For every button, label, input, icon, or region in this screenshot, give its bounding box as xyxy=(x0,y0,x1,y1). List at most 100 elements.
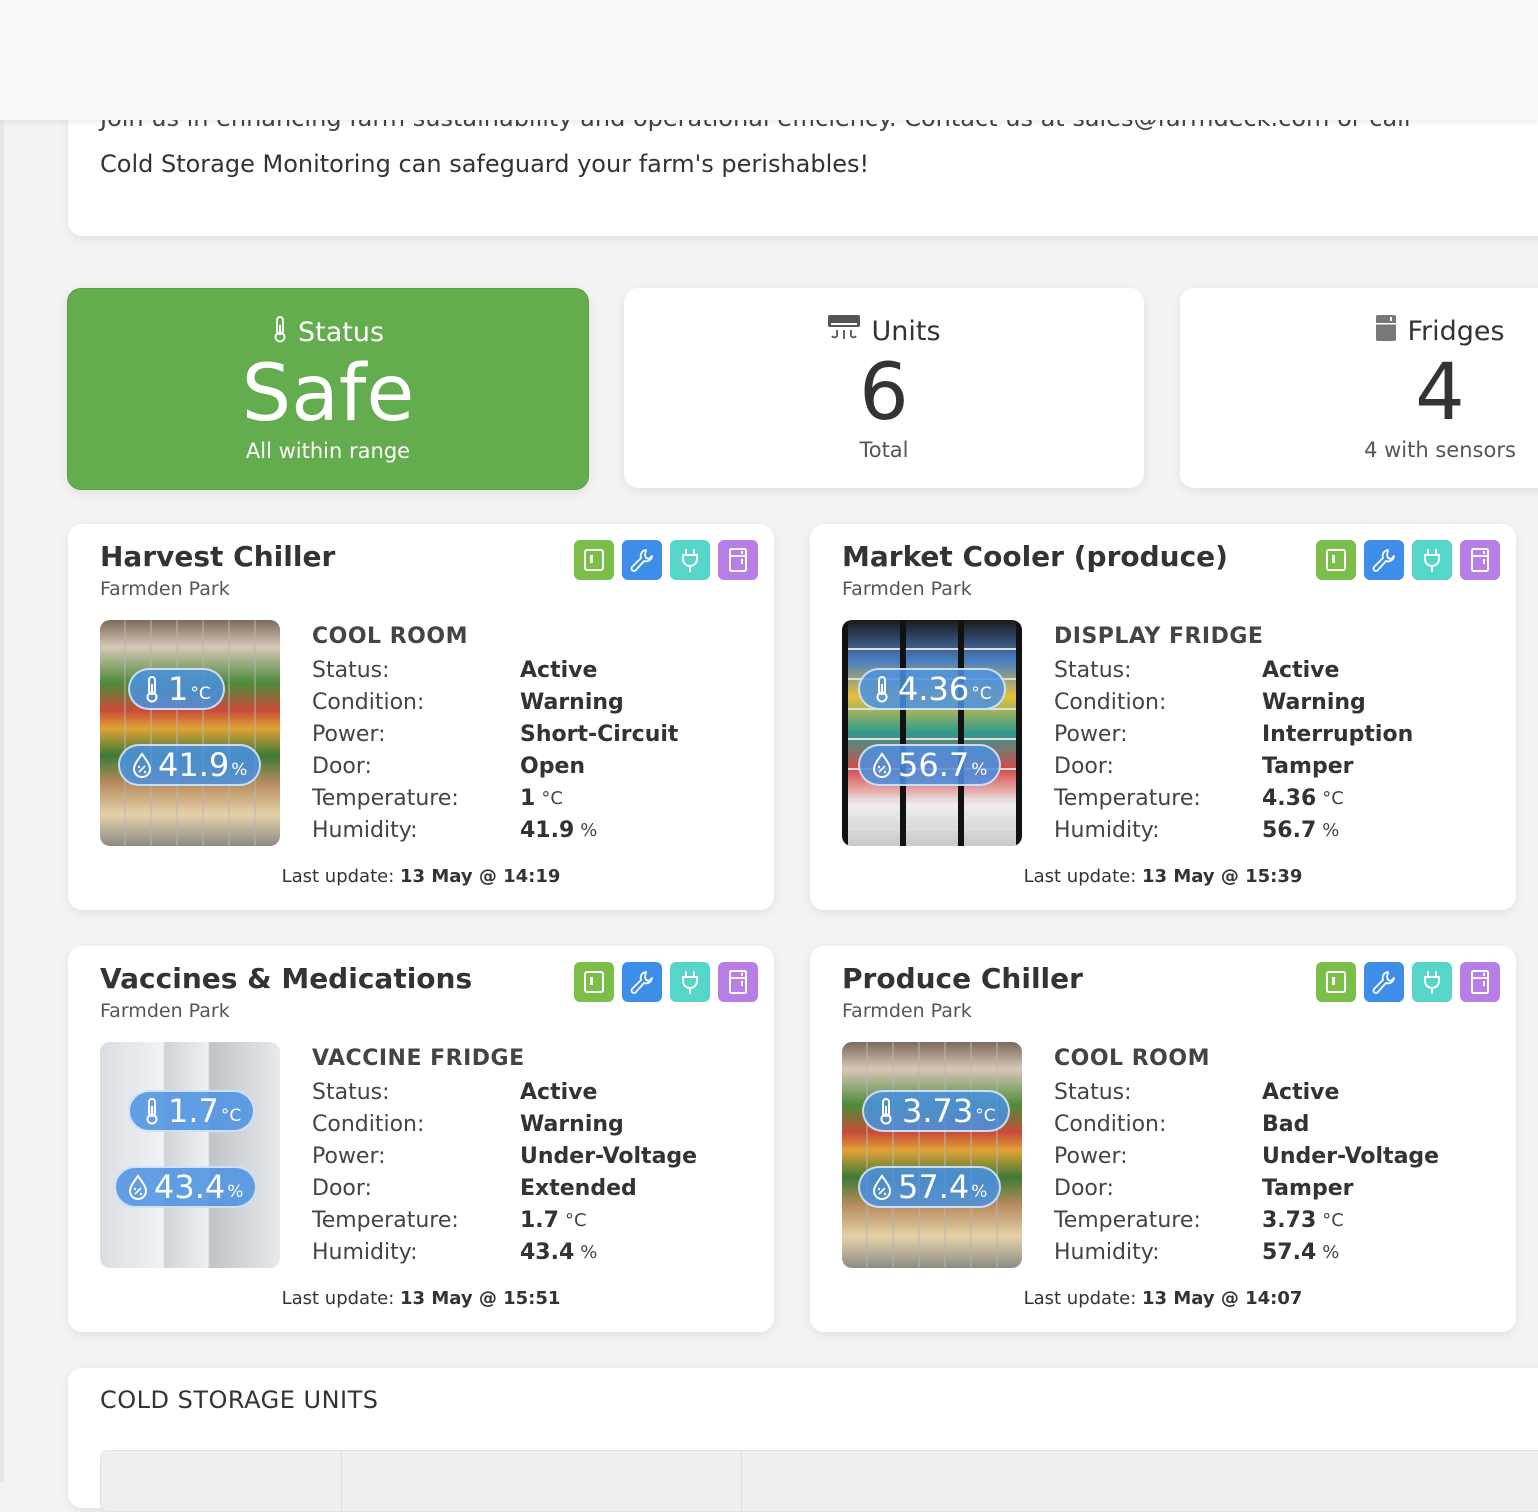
last-update-label: Last update: xyxy=(281,1288,395,1309)
plug-icon[interactable] xyxy=(670,540,710,580)
humidity-unit: % xyxy=(1322,1241,1340,1263)
temperature-row: Temperature: 1.7 °C xyxy=(312,1204,697,1236)
humidity-row: Humidity: 43.4% xyxy=(312,1236,697,1268)
condition-value: Warning xyxy=(520,689,624,715)
pill-temperature-value: 4.36 xyxy=(898,670,970,708)
power-row: Power: Interruption xyxy=(1054,718,1413,750)
status-label: Status: xyxy=(1054,657,1132,683)
humidity-label: Humidity: xyxy=(312,1239,418,1265)
card-title: Harvest Chiller xyxy=(100,540,336,573)
condition-row: Condition: Bad xyxy=(1054,1108,1439,1140)
door-value: Extended xyxy=(520,1175,637,1201)
power-label: Power: xyxy=(1054,1143,1128,1169)
temperature-pill: 3.73 °C xyxy=(862,1090,1010,1132)
fridges-stat-label: Fridges xyxy=(1180,314,1538,349)
condition-value: Warning xyxy=(1262,689,1366,715)
fridges-stat-card[interactable]: Fridges 4 4 with sensors xyxy=(1180,288,1538,488)
status-value: Active xyxy=(520,1079,598,1105)
last-update-time: 13 May @ 15:51 xyxy=(400,1288,561,1309)
condition-label: Condition: xyxy=(312,689,425,715)
units-stat-card[interactable]: Units 6 Total xyxy=(624,288,1144,488)
humidity-row: Humidity: 57.4% xyxy=(1054,1236,1439,1268)
units-table-heading: COLD STORAGE UNITS xyxy=(100,1386,379,1414)
temperature-row: Temperature: 3.73 °C xyxy=(1054,1204,1439,1236)
cold-storage-units-panel: COLD STORAGE UNITS xyxy=(68,1368,1538,1512)
pill-humidity-unit: % xyxy=(227,1182,244,1202)
condition-icon[interactable] xyxy=(1316,540,1356,580)
table-column-divider xyxy=(341,1451,342,1511)
condition-label: Condition: xyxy=(312,1111,425,1137)
card-title: Produce Chiller xyxy=(842,962,1083,995)
humidity-unit: % xyxy=(580,819,598,841)
thermometer-icon xyxy=(876,676,888,703)
status-stat-card[interactable]: Status Safe All within range xyxy=(67,288,589,490)
humidity-row: Humidity: 41.9% xyxy=(312,814,678,846)
card-title: Vaccines & Medications xyxy=(100,962,473,995)
temperature-value: 1.7 xyxy=(520,1207,559,1233)
status-label: Status: xyxy=(312,657,390,683)
fridge-card-3[interactable]: Vaccines & Medications Farmden Park 1.7 °… xyxy=(68,946,774,1332)
unit-photo: 1.7 °C 43.4% xyxy=(100,1042,280,1268)
power-value: Under-Voltage xyxy=(1262,1143,1440,1169)
pill-humidity-unit: % xyxy=(971,760,988,780)
last-update-label: Last update: xyxy=(1023,1288,1137,1309)
door-row: Door: Extended xyxy=(312,1172,697,1204)
plug-icon[interactable] xyxy=(1412,962,1452,1002)
door-row: Door: Open xyxy=(312,750,678,782)
pill-temperature-value: 1.7 xyxy=(168,1092,219,1130)
fridge-card-2[interactable]: Market Cooler (produce) Farmden Park 4.3… xyxy=(810,524,1516,910)
wrench-icon[interactable] xyxy=(1364,540,1404,580)
temperature-value: 1 xyxy=(520,785,536,811)
temperature-value: 4.36 xyxy=(1262,785,1317,811)
door-value: Tamper xyxy=(1262,1175,1354,1201)
droplet-percent-icon xyxy=(872,1174,892,1200)
card-location: Farmden Park xyxy=(100,1000,230,1022)
door-value: Open xyxy=(520,753,586,779)
droplet-percent-icon xyxy=(132,752,152,778)
unit-details: Status: Active Condition: Warning Power: Sh… xyxy=(312,654,678,846)
door-icon[interactable] xyxy=(718,540,758,580)
wrench-icon[interactable] xyxy=(622,540,662,580)
fridge-card-4[interactable]: Produce Chiller Farmden Park 3.73 °C 57.4… xyxy=(810,946,1516,1332)
unit-details: Status: Active Condition: Warning Power: In… xyxy=(1054,654,1413,846)
pill-temperature-unit: °C xyxy=(190,684,211,704)
wrench-icon[interactable] xyxy=(1364,962,1404,1002)
thermometer-icon xyxy=(146,1098,158,1125)
card-action-icons xyxy=(1316,540,1500,580)
power-value: Short-Circuit xyxy=(520,721,679,747)
power-label: Power: xyxy=(312,1143,386,1169)
plug-icon[interactable] xyxy=(670,962,710,1002)
card-action-icons xyxy=(574,540,758,580)
door-icon[interactable] xyxy=(1460,540,1500,580)
door-icon[interactable] xyxy=(718,962,758,1002)
pill-humidity-unit: % xyxy=(231,760,248,780)
temperature-label: Temperature: xyxy=(1054,785,1201,811)
droplet-percent-icon xyxy=(872,752,892,778)
temperature-pill: 4.36 °C xyxy=(858,668,1006,710)
status-row: Status: Active xyxy=(312,1076,697,1108)
condition-label: Condition: xyxy=(1054,689,1167,715)
wrench-icon[interactable] xyxy=(622,962,662,1002)
thermometer-icon xyxy=(880,1098,892,1125)
last-update-label: Last update: xyxy=(1023,866,1137,887)
plug-icon[interactable] xyxy=(1412,540,1452,580)
status-label: Status: xyxy=(1054,1079,1132,1105)
pill-humidity-value: 56.7 xyxy=(898,746,970,784)
pill-humidity-unit: % xyxy=(971,1182,988,1202)
pill-temperature-unit: °C xyxy=(220,1106,242,1126)
power-label: Power: xyxy=(1054,721,1128,747)
unit-details: Status: Active Condition: Warning Power: Un… xyxy=(312,1076,697,1268)
condition-icon[interactable] xyxy=(574,540,614,580)
condition-icon[interactable] xyxy=(1316,962,1356,1002)
status-value: Active xyxy=(520,657,598,683)
temperature-row: Temperature: 4.36 °C xyxy=(1054,782,1413,814)
door-icon[interactable] xyxy=(1460,962,1500,1002)
humidity-label: Humidity: xyxy=(312,817,418,843)
pill-humidity-value: 41.9 xyxy=(158,746,230,784)
power-row: Power: Under-Voltage xyxy=(1054,1140,1439,1172)
condition-icon[interactable] xyxy=(574,962,614,1002)
temperature-unit: °C xyxy=(1322,1209,1344,1231)
power-value: Under-Voltage xyxy=(520,1143,698,1169)
condition-row: Condition: Warning xyxy=(1054,686,1413,718)
fridge-card-1[interactable]: Harvest Chiller Farmden Park 1 °C 41.9% C… xyxy=(68,524,774,910)
